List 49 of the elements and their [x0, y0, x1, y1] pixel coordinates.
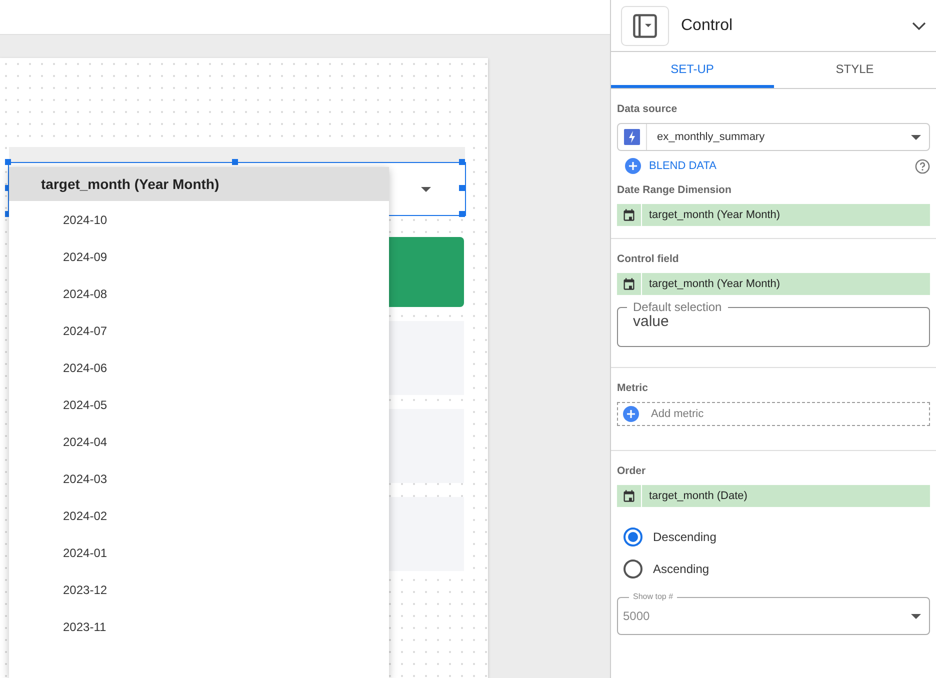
calendar-icon — [622, 489, 636, 503]
section-label: Order — [617, 465, 647, 477]
radio-option[interactable]: Ascending — [623, 559, 930, 579]
menu-option[interactable]: 2024-09 — [9, 238, 389, 275]
blend-data-link[interactable]: BLEND DATA — [649, 160, 907, 172]
calendar-icon — [622, 208, 636, 222]
menu-option[interactable]: 2024-08 — [9, 275, 389, 312]
resize-handle[interactable] — [459, 185, 465, 191]
add-metric-field[interactable]: Add metric — [617, 402, 930, 426]
menu-option[interactable]: 2024-02 — [9, 497, 389, 534]
resize-handle[interactable] — [232, 159, 238, 165]
menu-header: target_month (Year Month) — [9, 167, 389, 201]
show-top-select[interactable]: Show top # 5000 — [617, 593, 930, 635]
section-label: Data source — [617, 103, 678, 115]
panel-title: Control — [681, 16, 734, 34]
menu-option[interactable]: 2024-07 — [9, 312, 389, 349]
add-icon — [623, 406, 639, 422]
caret-icon — [911, 614, 921, 618]
menu-option[interactable]: 2024-01 — [9, 534, 389, 571]
caret-icon — [911, 134, 921, 140]
chevron-down-icon[interactable] — [912, 22, 926, 30]
menu-option[interactable]: 2024-03 — [9, 460, 389, 497]
data-source-select[interactable]: ex_monthly_summary — [617, 123, 930, 151]
radio-option[interactable]: Descending — [623, 527, 930, 547]
menu-option[interactable]: 2023-11 — [9, 608, 389, 645]
add-icon — [625, 158, 641, 174]
menu-option[interactable]: 2023-12 — [9, 571, 389, 608]
show-top-input[interactable]: 5000 — [623, 609, 911, 623]
field-chip[interactable]: target_month (Year Month) — [617, 204, 930, 226]
menu-option[interactable]: 2024-04 — [9, 423, 389, 460]
lightning-icon — [624, 129, 640, 145]
section-label: Control field — [617, 253, 680, 265]
resize-handle[interactable] — [5, 159, 11, 165]
menu-option[interactable]: 2024-06 — [9, 349, 389, 386]
field-chip[interactable]: target_month (Year Month) — [617, 273, 930, 295]
resize-handle[interactable] — [459, 211, 465, 217]
section-label: Metric — [617, 382, 649, 394]
calendar-icon — [622, 277, 636, 291]
field-chip[interactable]: target_month (Date) — [617, 485, 930, 507]
tab[interactable]: STYLE — [774, 52, 936, 88]
menu-option[interactable]: 2024-10 — [9, 201, 389, 238]
default-selection-field[interactable]: Default selection value — [617, 301, 930, 347]
caret-icon — [421, 186, 431, 192]
section-label: Date Range Dimension — [617, 184, 732, 196]
resize-handle[interactable] — [459, 159, 465, 165]
help-icon[interactable] — [915, 158, 930, 174]
tab[interactable]: SET-UP — [611, 52, 774, 88]
menu-option[interactable]: 2024-05 — [9, 386, 389, 423]
control-type-icon[interactable] — [621, 6, 669, 46]
